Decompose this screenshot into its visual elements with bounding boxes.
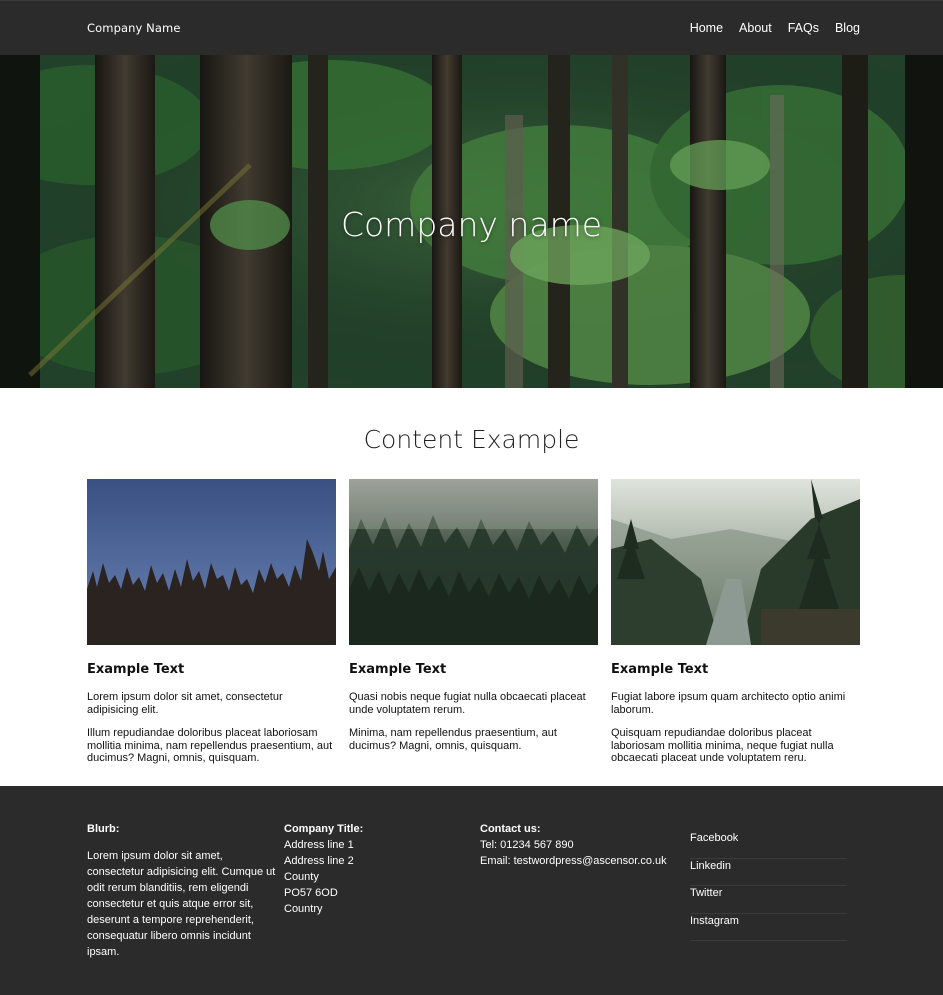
content-section-title: Content Example [363,425,580,454]
footer-contact-heading: Contact us: [480,823,541,835]
footer-company: Company Title: Address line 1 Address li… [284,821,363,917]
main-nav: Home About FAQs Blog [690,21,860,35]
card-paragraph-2: Illum repudiandae doloribus placeat labo… [87,727,333,764]
nav-blog-link[interactable]: Blog [835,21,860,35]
content-card-3: Example Text Fugiat labore ipsum quam ar… [611,479,860,765]
address-line: Address line 1 [284,839,354,851]
site-header: Company Name Home About FAQs Blog [0,0,943,55]
nav-faqs-link[interactable]: FAQs [788,21,819,35]
pine-silhouette-image [87,479,336,645]
contact-tel: Tel: 01234 567 890 [480,839,574,851]
hero-banner: Company name [0,55,943,388]
linkedin-link[interactable]: Linkedin [690,859,847,886]
footer-blurb-heading: Blurb: [87,823,120,835]
misty-forest-image [349,479,598,645]
hero-title: Company name [340,205,603,244]
site-footer: Blurb: Lorem ipsum dolor sit amet, conse… [0,786,943,995]
instagram-link[interactable]: Instagram [690,914,847,941]
footer-blurb-text: Lorem ipsum dolor sit amet, consectetur … [87,850,276,958]
content-card-2: Example Text Quasi nobis neque fugiat nu… [349,479,598,752]
card-paragraph-2: Minima, nam repellendus praesentium, aut… [349,727,557,752]
brand-logo-text[interactable]: Company Name [87,21,181,35]
footer-company-heading: Company Title: [284,823,364,835]
twitter-link[interactable]: Twitter [690,886,847,914]
address-line: County [284,871,319,883]
nav-about-link[interactable]: About [739,21,772,35]
contact-email[interactable]: Email: testwordpress@ascensor.co.uk [480,853,667,869]
footer-blurb: Blurb: Lorem ipsum dolor sit amet, conse… [87,821,277,960]
river-valley-image [611,479,860,645]
card-paragraph-1: Fugiat labore ipsum quam architecto opti… [611,691,846,716]
footer-social-links: Facebook Linkedin Twitter Instagram [690,831,847,941]
nav-home-link[interactable]: Home [690,21,723,35]
card-heading: Example Text [349,662,447,677]
footer-contact: Contact us: Tel: 01234 567 890 Email: te… [480,821,667,869]
card-heading: Example Text [611,662,709,677]
card-heading: Example Text [87,662,185,677]
card-paragraph-1: Lorem ipsum dolor sit amet, consectetur … [87,691,283,716]
facebook-link[interactable]: Facebook [690,831,847,859]
address-line: Country [284,903,323,915]
card-paragraph-2: Quisquam repudiandae doloribus placeat l… [611,727,834,764]
card-paragraph-1: Quasi nobis neque fugiat nulla obcaecati… [349,691,586,716]
address-line: PO57 6OD [284,887,338,899]
content-card-1: Example Text Lorem ipsum dolor sit amet,… [87,479,336,765]
address-line: Address line 2 [284,855,354,867]
